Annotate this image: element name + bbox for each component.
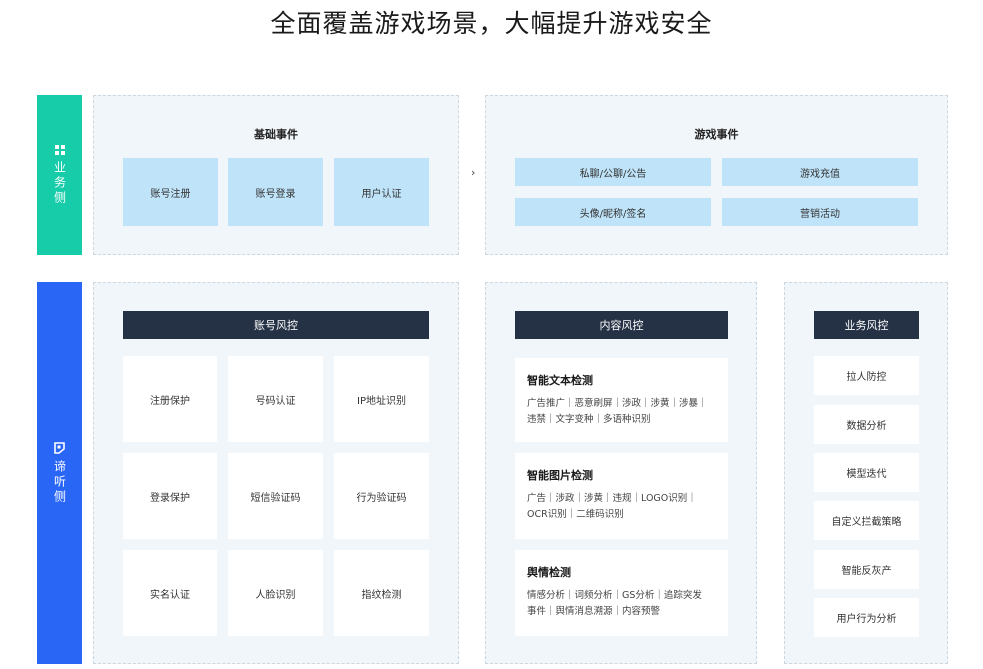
account-risk-item: IP地址识别 (334, 356, 429, 442)
game-events-title: 游戏事件 (694, 128, 739, 141)
listen-icon (54, 441, 65, 454)
business-side-label: 业务侧 (52, 160, 67, 206)
listen-side-label: 谛听侧 (52, 459, 67, 505)
page-title: 全面覆盖游戏场景，大幅提升游戏安全 (270, 9, 713, 38)
game-events-panel: 游戏事件 私聊/公聊/公告 游戏充值 头像/昵称/签名 营销活动 (485, 95, 948, 255)
business-risk-title: 业务风控 (814, 311, 919, 339)
account-risk-item: 登录保护 (123, 453, 217, 539)
business-risk-item: 智能反灰产 (814, 550, 919, 589)
content-risk-card-title: 智能文本检测 (527, 374, 593, 387)
chevron-right-icon: › (471, 166, 476, 179)
basic-event-account-login: 账号登录 (228, 158, 323, 226)
basic-event-user-auth: 用户认证 (334, 158, 429, 226)
account-risk-item: 短信验证码 (228, 453, 323, 539)
business-risk-item: 自定义拦截策略 (814, 501, 919, 540)
game-event-marketing: 营销活动 (722, 198, 918, 226)
game-event-recharge: 游戏充值 (722, 158, 918, 186)
content-risk-card-desc: 广告｜涉政｜涉黄｜违规｜LOGO识别｜ (527, 493, 697, 504)
business-side-bar: 业务侧 (37, 95, 82, 255)
business-risk-item: 用户行为分析 (814, 598, 919, 637)
content-risk-card-desc: OCR识别｜二维码识别 (527, 509, 624, 520)
game-event-profile: 头像/昵称/签名 (515, 198, 711, 226)
content-risk-card: 舆情检测 情感分析｜词频分析｜GS分析｜追踪突发 事件｜舆情消息溯源｜内容预警 (515, 550, 728, 636)
listen-side-bar: 谛听侧 (37, 282, 82, 664)
basic-events-panel: 基础事件 账号注册 账号登录 用户认证 (93, 95, 459, 255)
content-risk-card-desc: 广告推广｜恶意刷屏｜涉政｜涉黄｜涉暴｜ (527, 398, 708, 409)
account-risk-item: 行为验证码 (334, 453, 429, 539)
account-risk-item: 注册保护 (123, 356, 217, 442)
account-risk-item: 实名认证 (123, 550, 217, 636)
content-risk-panel: 内容风控 智能文本检测 广告推广｜恶意刷屏｜涉政｜涉黄｜涉暴｜ 违禁｜文字变种｜… (485, 282, 757, 664)
grid-icon (54, 144, 65, 155)
account-risk-item: 指纹检测 (334, 550, 429, 636)
content-risk-card: 智能文本检测 广告推广｜恶意刷屏｜涉政｜涉黄｜涉暴｜ 违禁｜文字变种｜多语种识别 (515, 358, 728, 442)
business-risk-item: 模型迭代 (814, 453, 919, 492)
account-risk-panel: 账号风控 注册保护 号码认证 IP地址识别 登录保护 短信验证码 行为验证码 实… (93, 282, 459, 664)
account-risk-title: 账号风控 (123, 311, 429, 339)
account-risk-item: 号码认证 (228, 356, 323, 442)
content-risk-title: 内容风控 (515, 311, 728, 339)
content-risk-card-title: 舆情检测 (527, 566, 571, 579)
content-risk-card-desc: 违禁｜文字变种｜多语种识别 (527, 414, 651, 425)
account-risk-item: 人脸识别 (228, 550, 323, 636)
business-risk-panel: 业务风控 拉人防控 数据分析 模型迭代 自定义拦截策略 智能反灰产 用户行为分析 (784, 282, 948, 664)
content-risk-card-desc: 情感分析｜词频分析｜GS分析｜追踪突发 (527, 590, 702, 601)
content-risk-card-title: 智能图片检测 (527, 469, 593, 482)
business-risk-item: 数据分析 (814, 405, 919, 444)
game-event-chat: 私聊/公聊/公告 (515, 158, 711, 186)
business-risk-item: 拉人防控 (814, 356, 919, 395)
content-risk-card-desc: 事件｜舆情消息溯源｜内容预警 (527, 606, 661, 617)
content-risk-card: 智能图片检测 广告｜涉政｜涉黄｜违规｜LOGO识别｜ OCR识别｜二维码识别 (515, 453, 728, 539)
basic-event-account-register: 账号注册 (123, 158, 218, 226)
basic-events-title: 基础事件 (254, 128, 298, 141)
